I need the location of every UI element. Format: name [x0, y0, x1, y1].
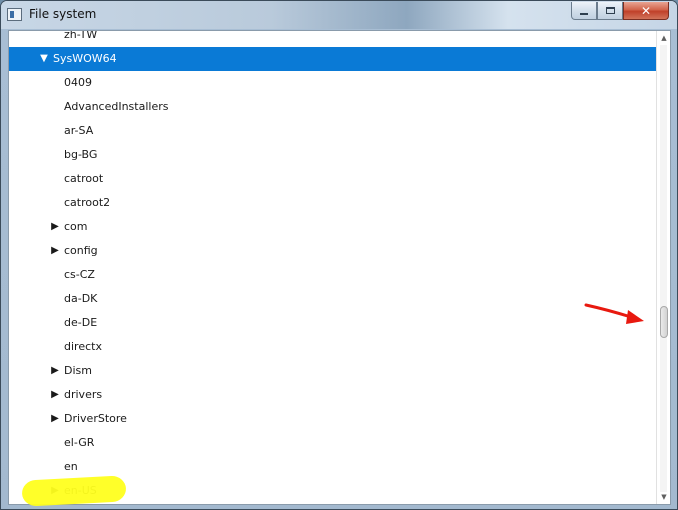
expand-right-arrow-icon[interactable]: ▶ [50, 215, 60, 239]
tree-item-label: AdvancedInstallers [64, 100, 169, 113]
tree-item[interactable]: ▶ DriverStore [9, 407, 658, 431]
close-icon: ✕ [640, 3, 652, 18]
tree-item[interactable]: catroot [9, 167, 658, 191]
tree-item-label: Dism [64, 364, 92, 377]
expand-right-arrow-icon[interactable]: ▶ [50, 407, 60, 431]
scrollbar-track[interactable] [660, 45, 668, 492]
tree-item[interactable]: de-DE [9, 311, 658, 335]
tree-item-label: de-DE [64, 316, 98, 329]
tree-item[interactable]: da-DK [9, 287, 658, 311]
tree-item[interactable]: bg-BG [9, 143, 658, 167]
tree-item[interactable]: cs-CZ [9, 263, 658, 287]
maximize-button[interactable] [597, 2, 623, 20]
tree-item[interactable]: ar-SA [9, 119, 658, 143]
close-button[interactable]: ✕ [623, 2, 669, 20]
tree-item-label: en [64, 460, 78, 473]
tree-item[interactable]: catroot2 [9, 191, 658, 215]
tree-item-label: zh-TW [64, 30, 98, 41]
title-bar[interactable]: File system ✕ [1, 1, 677, 29]
tree-item-label: 0409 [64, 76, 92, 89]
tree-item[interactable]: zh-TW [9, 30, 658, 47]
tree-item-label: da-DK [64, 292, 98, 305]
expand-right-arrow-icon[interactable]: ▶ [50, 239, 60, 263]
tree-item-label: config [64, 244, 98, 257]
tree-item-label: catroot [64, 172, 104, 185]
scrollbar-thumb[interactable] [660, 306, 668, 338]
tree-item-label: directx [64, 340, 102, 353]
minimize-icon [580, 12, 588, 15]
scroll-down-icon[interactable]: ▼ [659, 492, 669, 502]
folder-tree: zh-TW ▼ SysWOW64 0409 AdvancedInstallers ar-S… [9, 31, 658, 504]
tree-item-label: cs-CZ [64, 268, 95, 281]
tree-item[interactable]: 0409 [9, 71, 658, 95]
tree-item-label: com [64, 220, 88, 233]
tree-item-label: SysWOW64 [53, 52, 117, 65]
file-system-window: File system ✕ zh-TW ▼ SysWOW64 0409 Advanced… [0, 0, 678, 510]
tree-item-label: el-GR [64, 436, 95, 449]
app-window-icon [7, 8, 22, 21]
tree-item[interactable]: ▶ com [9, 215, 658, 239]
tree-item[interactable]: ▶ config [9, 239, 658, 263]
yellow-highlight-annotation [21, 475, 127, 507]
expand-right-arrow-icon[interactable]: ▶ [50, 359, 60, 383]
tree-item-label: bg-BG [64, 148, 98, 161]
tree-item[interactable]: AdvancedInstallers [9, 95, 658, 119]
window-title: File system [29, 7, 97, 21]
minimize-button[interactable] [571, 2, 597, 20]
expand-right-arrow-icon[interactable]: ▶ [50, 383, 60, 407]
tree-item-label: catroot2 [64, 196, 111, 209]
scroll-up-icon[interactable]: ▲ [659, 33, 669, 43]
tree-item[interactable]: ▶ drivers [9, 383, 658, 407]
tree-item-label: DriverStore [64, 412, 127, 425]
red-arrow-annotation [584, 303, 644, 324]
tree-item[interactable]: directx [9, 335, 658, 359]
tree-item-label: ar-SA [64, 124, 94, 137]
tree-item[interactable]: el-GR [9, 431, 658, 455]
expand-down-arrow-icon[interactable]: ▼ [39, 47, 49, 71]
tree-view-panel: zh-TW ▼ SysWOW64 0409 AdvancedInstallers ar-S… [8, 30, 671, 505]
vertical-scrollbar[interactable]: ▲ ▼ [656, 31, 670, 504]
tree-item-label: drivers [64, 388, 103, 401]
tree-item[interactable]: ▼ SysWOW64 [9, 47, 658, 71]
maximize-icon [605, 7, 615, 14]
tree-item[interactable]: ▶ Dism [9, 359, 658, 383]
